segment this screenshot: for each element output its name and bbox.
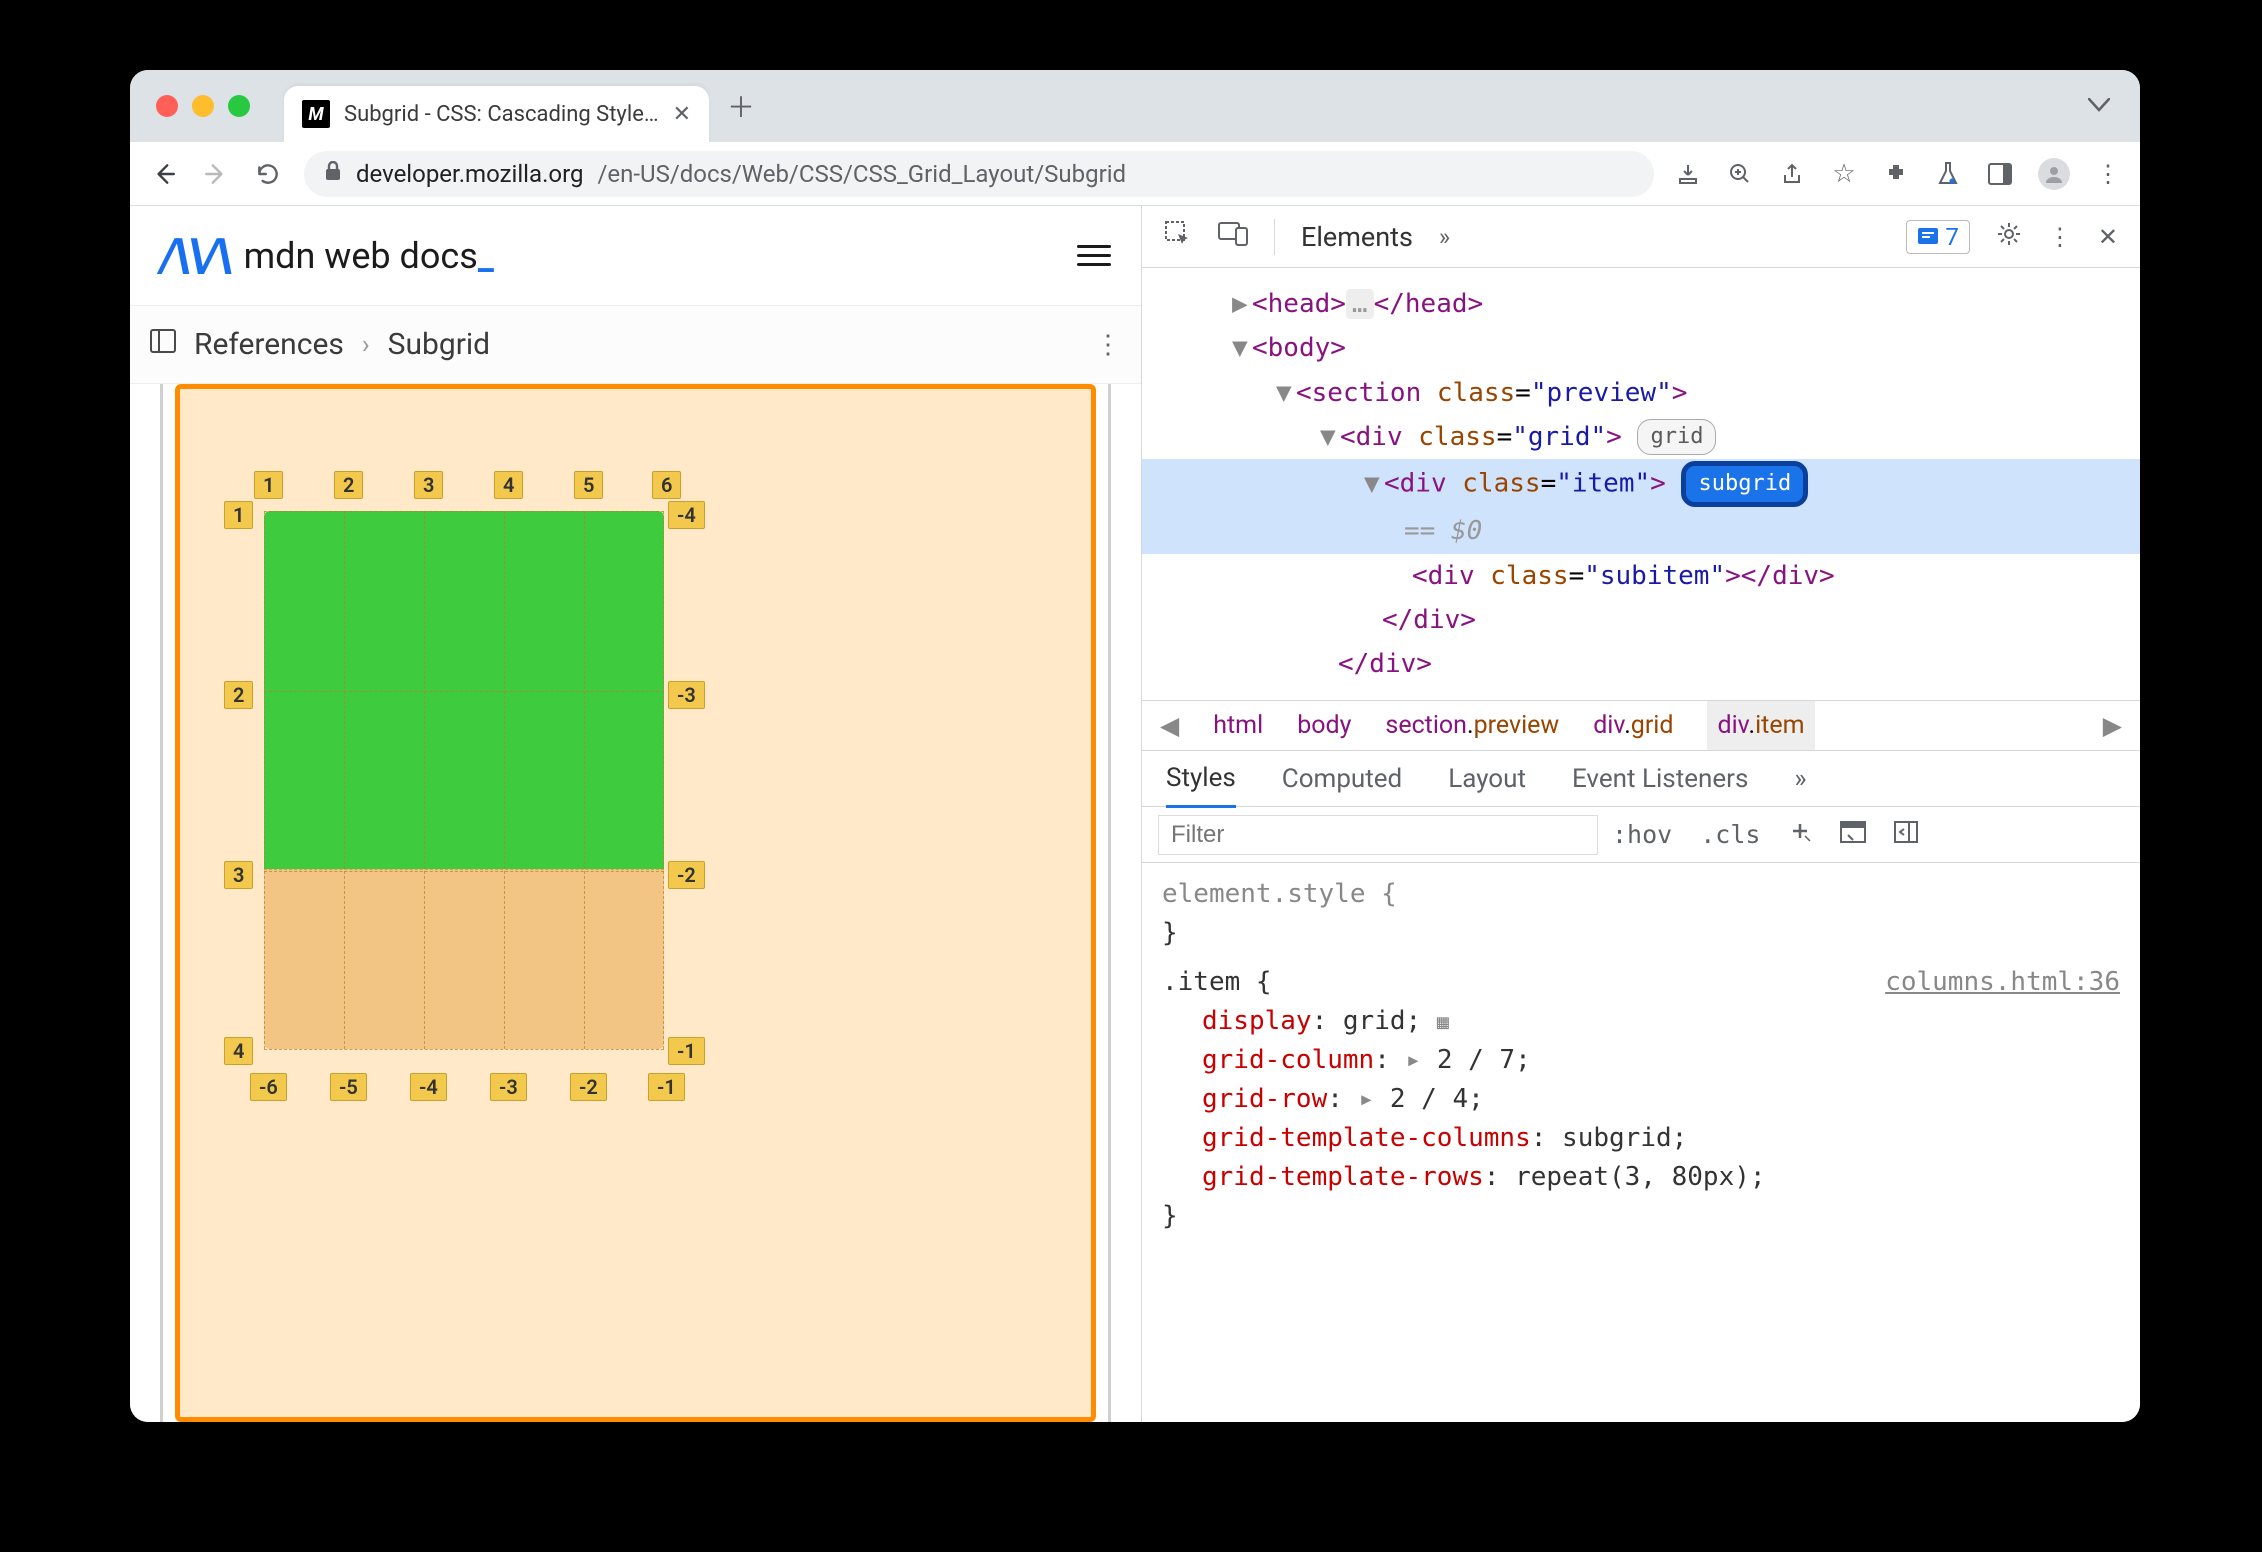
close-window-icon[interactable] bbox=[156, 95, 178, 117]
grid-line-label: 4 bbox=[494, 471, 523, 499]
styles-filter-bar: :hov .cls bbox=[1142, 807, 2140, 863]
side-panel-icon[interactable] bbox=[1986, 160, 2014, 188]
new-style-rule-icon[interactable] bbox=[1774, 819, 1826, 850]
toolbar-actions: ☆ ⋮ bbox=[1674, 158, 2122, 190]
window-controls bbox=[156, 95, 250, 117]
crumb-left-icon[interactable]: ◀ bbox=[1160, 711, 1179, 741]
grid-line-label: 6 bbox=[652, 471, 681, 499]
computed-styles-icon[interactable] bbox=[1826, 820, 1880, 850]
grid-demo: 1 2 3 4 5 6 1 2 3 4 -4 bbox=[175, 384, 1096, 1422]
selected-dom-node: ▼<div class="item"> subgrid bbox=[1142, 459, 2140, 509]
grid-line-label: -5 bbox=[330, 1073, 367, 1101]
browser-tab[interactable]: M Subgrid - CSS: Cascading Style… ✕ bbox=[284, 86, 709, 142]
browser-window: M Subgrid - CSS: Cascading Style… ✕ ＋ de… bbox=[130, 70, 2140, 1422]
grid-line-label: 2 bbox=[224, 681, 253, 709]
tab-bar: M Subgrid - CSS: Cascading Style… ✕ ＋ bbox=[130, 70, 2140, 142]
grid-line-label: -3 bbox=[668, 681, 705, 709]
devtools-toolbar: Elements » 7 ⋮ ✕ bbox=[1142, 206, 2140, 268]
chrome-menu-icon[interactable]: ⋮ bbox=[2094, 160, 2122, 188]
styles-rules[interactable]: element.style { } .item {columns.html:36… bbox=[1142, 863, 2140, 1422]
grid-line-label: -2 bbox=[668, 861, 705, 889]
elements-tab[interactable]: Elements bbox=[1301, 221, 1413, 253]
mdn-header: /\\/\ mdn web docs_ bbox=[130, 206, 1141, 306]
url-domain: developer.mozilla.org bbox=[356, 160, 583, 188]
page-actions-icon[interactable]: ⋮ bbox=[1095, 330, 1121, 360]
extensions-icon[interactable] bbox=[1882, 160, 1910, 188]
tab-event-listeners[interactable]: Event Listeners bbox=[1572, 764, 1748, 794]
toolbar: developer.mozilla.org/en-US/docs/Web/CSS… bbox=[130, 142, 2140, 206]
grid-line-label: 1 bbox=[254, 471, 283, 499]
grid-line-label: -3 bbox=[490, 1073, 527, 1101]
profile-avatar-icon[interactable] bbox=[2038, 158, 2070, 190]
grid-line-label: 2 bbox=[334, 471, 363, 499]
more-style-tabs-icon[interactable]: » bbox=[1794, 764, 1806, 794]
mdn-logo-text: mdn web docs_ bbox=[244, 235, 494, 277]
item-remainder bbox=[264, 869, 664, 1049]
lock-icon bbox=[324, 161, 342, 186]
dom-breadcrumb[interactable]: ◀ html body section.preview div.grid div… bbox=[1142, 701, 2140, 751]
grid-line-label: -2 bbox=[570, 1073, 607, 1101]
back-button[interactable] bbox=[148, 161, 180, 187]
grid-line-label: -6 bbox=[250, 1073, 287, 1101]
grid-line-label: -1 bbox=[648, 1073, 685, 1101]
labs-icon[interactable] bbox=[1934, 160, 1962, 188]
mdn-mark-icon: /\\/\ bbox=[160, 229, 230, 283]
tab-styles[interactable]: Styles bbox=[1166, 763, 1236, 808]
favicon-mdn-icon: M bbox=[302, 100, 330, 128]
crumb-right-icon[interactable]: ▶ bbox=[2103, 711, 2122, 741]
grid-line-label: 1 bbox=[224, 501, 253, 529]
grid-line-label: 5 bbox=[574, 471, 603, 499]
subitem-green bbox=[264, 511, 664, 871]
tab-title: Subgrid - CSS: Cascading Style… bbox=[344, 102, 659, 127]
share-icon[interactable] bbox=[1778, 160, 1806, 188]
bookmark-icon[interactable]: ☆ bbox=[1830, 160, 1858, 188]
settings-gear-icon[interactable] bbox=[1996, 221, 2022, 253]
styles-filter-input[interactable] bbox=[1158, 815, 1598, 855]
grid-line-label: -4 bbox=[668, 501, 705, 529]
subgrid-badge[interactable]: subgrid bbox=[1681, 461, 1808, 507]
grid-line-label: 3 bbox=[414, 471, 443, 499]
toggle-sidebar-icon[interactable] bbox=[1880, 820, 1932, 850]
page-content: /\\/\ mdn web docs_ References › Subgrid… bbox=[130, 206, 1142, 1422]
hov-toggle[interactable]: :hov bbox=[1598, 820, 1686, 849]
new-tab-button[interactable]: ＋ bbox=[727, 86, 755, 126]
devtools-menu-icon[interactable]: ⋮ bbox=[2048, 223, 2072, 251]
breadcrumb: References › Subgrid ⋮ bbox=[130, 306, 1141, 384]
hamburger-menu-icon[interactable] bbox=[1077, 245, 1111, 266]
breadcrumb-current: Subgrid bbox=[388, 327, 490, 362]
grid-line-label: 3 bbox=[224, 861, 253, 889]
tab-computed[interactable]: Computed bbox=[1282, 764, 1402, 794]
reload-button[interactable] bbox=[252, 161, 284, 187]
url-path: /en-US/docs/Web/CSS/CSS_Grid_Layout/Subg… bbox=[597, 160, 1126, 188]
more-tabs-icon[interactable]: » bbox=[1439, 223, 1450, 251]
device-toggle-icon[interactable] bbox=[1218, 222, 1248, 252]
sidebar-toggle-icon[interactable] bbox=[150, 329, 176, 360]
tab-layout[interactable]: Layout bbox=[1448, 764, 1526, 794]
forward-button[interactable] bbox=[200, 161, 232, 187]
address-bar[interactable]: developer.mozilla.org/en-US/docs/Web/CSS… bbox=[304, 151, 1654, 197]
grid-line-label: -4 bbox=[410, 1073, 447, 1101]
close-tab-icon[interactable]: ✕ bbox=[673, 102, 691, 127]
zoom-icon[interactable] bbox=[1726, 160, 1754, 188]
grid-line-label: -1 bbox=[668, 1037, 705, 1065]
maximize-window-icon[interactable] bbox=[228, 95, 250, 117]
grid-icon[interactable]: ▦ bbox=[1437, 1010, 1449, 1034]
issues-badge[interactable]: 7 bbox=[1906, 220, 1970, 254]
grid-line-label: 4 bbox=[224, 1037, 253, 1065]
mdn-logo[interactable]: /\\/\ mdn web docs_ bbox=[160, 229, 494, 283]
breadcrumb-root[interactable]: References bbox=[194, 327, 344, 362]
install-icon[interactable] bbox=[1674, 160, 1702, 188]
cls-toggle[interactable]: .cls bbox=[1686, 820, 1774, 849]
inspect-element-icon[interactable] bbox=[1164, 220, 1192, 254]
tabs-overflow-icon[interactable] bbox=[2088, 97, 2110, 116]
chevron-right-icon: › bbox=[362, 330, 370, 360]
devtools-panel: Elements » 7 ⋮ ✕ ▶<head>…</head> ▼<body>… bbox=[1142, 206, 2140, 1422]
dom-tree[interactable]: ▶<head>…</head> ▼<body> ▼<section class=… bbox=[1142, 268, 2140, 701]
styles-subpanel-tabs: Styles Computed Layout Event Listeners » bbox=[1142, 751, 2140, 807]
grid-badge[interactable]: grid bbox=[1637, 419, 1716, 455]
source-link[interactable]: columns.html:36 bbox=[1885, 963, 2120, 1002]
close-devtools-icon[interactable]: ✕ bbox=[2098, 223, 2118, 251]
minimize-window-icon[interactable] bbox=[192, 95, 214, 117]
